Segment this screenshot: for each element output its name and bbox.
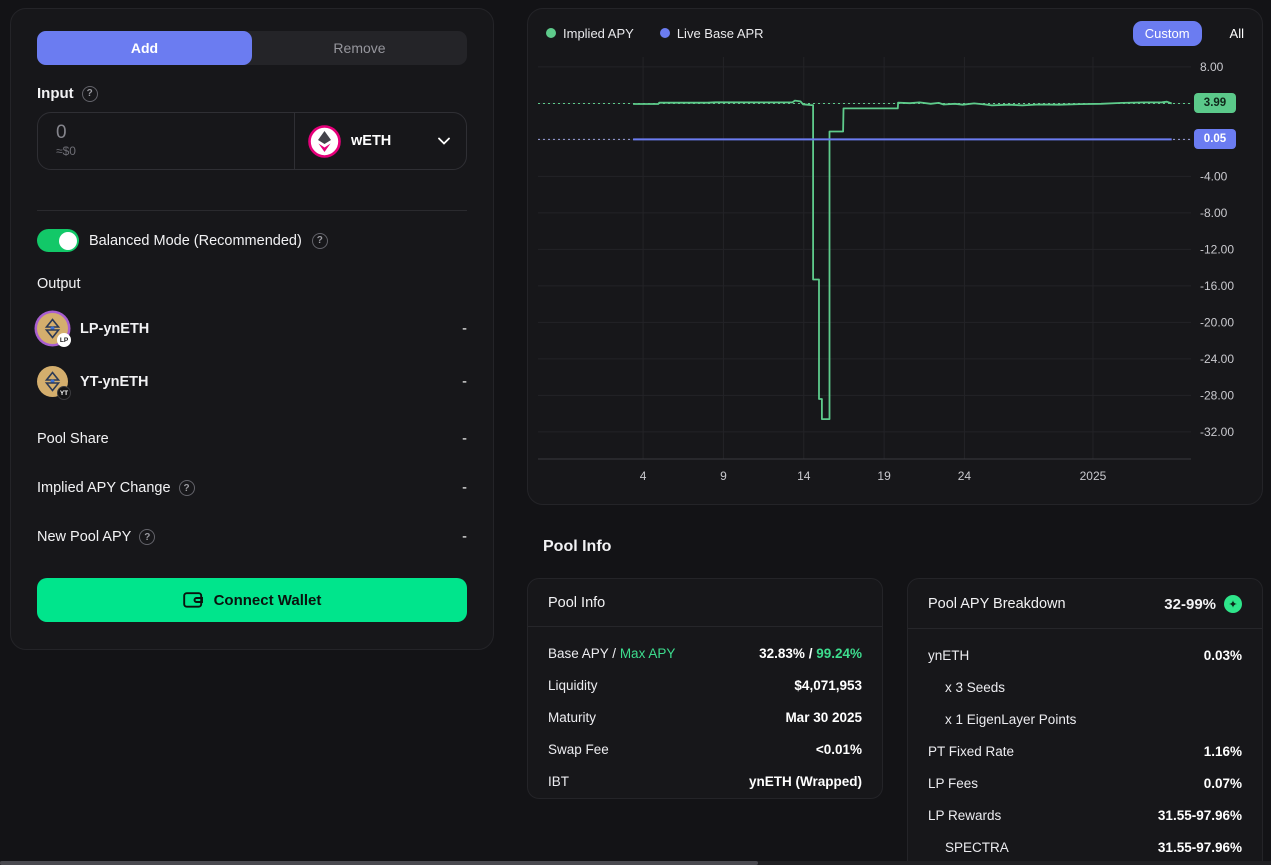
pool-info-card-header: Pool Info bbox=[548, 595, 605, 611]
svg-text:-24.00: -24.00 bbox=[1200, 352, 1234, 366]
implied-apy-change-value: - bbox=[462, 480, 467, 496]
chart-card: 4 9 14 19 24 2025 8.00 -4.00 -8.00 -12.00 -16.00 -2… bbox=[527, 8, 1263, 505]
page: Add Remove Input ? ≈$0 wETH bbox=[0, 0, 1271, 865]
pool-apy-breakdown-header: Pool APY Breakdown bbox=[928, 596, 1066, 612]
liquidity-panel: Add Remove Input ? ≈$0 wETH bbox=[10, 8, 494, 650]
output-value: - bbox=[462, 321, 467, 337]
token-select[interactable]: wETH bbox=[294, 113, 466, 169]
add-remove-tabs: Add Remove bbox=[37, 31, 467, 65]
lp-badge: LP bbox=[57, 333, 71, 347]
liquidity-row: Liquidity $4,071,953 bbox=[548, 669, 862, 701]
weth-icon bbox=[308, 125, 341, 158]
svg-text:24: 24 bbox=[958, 469, 972, 483]
svg-text:-32.00: -32.00 bbox=[1200, 425, 1234, 439]
range-all-button[interactable]: All bbox=[1230, 26, 1244, 41]
implied-apy-change-label: Implied APY Change bbox=[37, 480, 171, 496]
svg-text:-28.00: -28.00 bbox=[1200, 388, 1234, 402]
svg-text:2025: 2025 bbox=[1080, 469, 1107, 483]
implied-apy-change-row: Implied APY Change ? - bbox=[37, 480, 467, 496]
lp-fees-row: LP Fees 0.07% bbox=[928, 767, 1242, 799]
new-pool-apy-row: New Pool APY ? - bbox=[37, 529, 467, 545]
maturity-row: Maturity Mar 30 2025 bbox=[548, 701, 862, 733]
output-value: - bbox=[462, 374, 467, 390]
horizontal-scrollbar-track[interactable] bbox=[0, 861, 1271, 865]
pool-share-value: - bbox=[462, 431, 467, 447]
spectra-row: SPECTRA 31.55-97.96% bbox=[928, 831, 1242, 863]
lp-yneth-icon: LP bbox=[37, 313, 68, 344]
output-token-name: YT-ynETH bbox=[80, 374, 450, 390]
seeds-row: x 3 Seeds bbox=[928, 671, 1242, 703]
legend-implied-apy: Implied APY bbox=[546, 26, 634, 41]
pt-fixed-rate-row: PT Fixed Rate 1.16% bbox=[928, 735, 1242, 767]
new-pool-apy-label: New Pool APY bbox=[37, 529, 131, 545]
connect-wallet-label: Connect Wallet bbox=[214, 592, 322, 609]
svg-text:-4.00: -4.00 bbox=[1200, 169, 1228, 183]
horizontal-scrollbar-thumb[interactable] bbox=[0, 861, 758, 865]
balanced-mode-help-icon[interactable]: ? bbox=[312, 233, 328, 249]
yneth-row: ynETH 0.03% bbox=[928, 639, 1242, 671]
pool-info-card: Pool Info Base APY / Max APY 32.83% / 99… bbox=[527, 578, 883, 799]
svg-text:-12.00: -12.00 bbox=[1200, 242, 1234, 256]
ibt-row: IBT ynETH (Wrapped) bbox=[548, 765, 862, 797]
pool-share-row: Pool Share - bbox=[37, 431, 467, 447]
implied-apy-change-help-icon[interactable]: ? bbox=[179, 480, 195, 496]
svg-text:8.00: 8.00 bbox=[1200, 60, 1224, 74]
svg-text:9: 9 bbox=[720, 469, 727, 483]
svg-text:14: 14 bbox=[797, 469, 811, 483]
sparkle-icon[interactable]: ✦ bbox=[1224, 595, 1242, 613]
input-help-icon[interactable]: ? bbox=[82, 86, 98, 102]
legend-live-base-apr: Live Base APR bbox=[660, 26, 764, 41]
eigenlayer-points-row: x 1 EigenLayer Points bbox=[928, 703, 1242, 735]
blue-dot-icon bbox=[660, 28, 670, 38]
svg-text:-20.00: -20.00 bbox=[1200, 315, 1234, 329]
range-custom-button[interactable]: Custom bbox=[1133, 21, 1202, 46]
svg-text:19: 19 bbox=[877, 469, 891, 483]
connect-wallet-button[interactable]: Connect Wallet bbox=[37, 578, 467, 622]
live-base-apr-badge: 0.05 bbox=[1194, 129, 1236, 149]
tab-add[interactable]: Add bbox=[37, 31, 252, 65]
chevron-down-icon bbox=[438, 132, 450, 150]
green-dot-icon bbox=[546, 28, 556, 38]
wallet-icon bbox=[183, 591, 204, 609]
amount-input[interactable] bbox=[56, 122, 236, 144]
lp-rewards-row: LP Rewards 31.55-97.96% bbox=[928, 799, 1242, 831]
tab-remove[interactable]: Remove bbox=[252, 31, 467, 65]
new-pool-apy-help-icon[interactable]: ? bbox=[139, 529, 155, 545]
pool-share-label: Pool Share bbox=[37, 431, 109, 447]
implied-apy-badge: 3.99 bbox=[1194, 93, 1236, 113]
base-max-apy-row: Base APY / Max APY 32.83% / 99.24% bbox=[548, 637, 862, 669]
apy-total-value: 32-99% bbox=[1164, 596, 1216, 613]
amount-usd-value: ≈$0 bbox=[56, 144, 294, 158]
pool-apy-breakdown-card: Pool APY Breakdown 32-99% ✦ ynETH 0.03% … bbox=[907, 578, 1263, 865]
pool-info-section-title: Pool Info bbox=[543, 538, 611, 556]
divider bbox=[37, 210, 467, 211]
output-row-yt: YT YT-ynETH - bbox=[37, 365, 467, 398]
new-pool-apy-value: - bbox=[462, 529, 467, 545]
output-row-lp: LP LP-ynETH - bbox=[37, 312, 467, 345]
output-label: Output bbox=[37, 276, 467, 292]
yt-badge: YT bbox=[57, 386, 71, 400]
svg-text:4: 4 bbox=[640, 469, 647, 483]
svg-text:-8.00: -8.00 bbox=[1200, 206, 1228, 220]
token-name: wETH bbox=[351, 133, 428, 149]
yt-yneth-icon: YT bbox=[37, 366, 68, 397]
swap-fee-row: Swap Fee <0.01% bbox=[548, 733, 862, 765]
input-label: Input bbox=[37, 85, 74, 102]
balanced-mode-label: Balanced Mode (Recommended) bbox=[89, 233, 302, 249]
amount-input-box: ≈$0 wETH bbox=[37, 112, 467, 170]
balanced-mode-toggle[interactable] bbox=[37, 229, 79, 252]
svg-text:-16.00: -16.00 bbox=[1200, 279, 1234, 293]
output-token-name: LP-ynETH bbox=[80, 321, 450, 337]
chart-plot[interactable]: 4 9 14 19 24 2025 8.00 -4.00 -8.00 -12.00 -16.00 -2… bbox=[528, 9, 1264, 506]
